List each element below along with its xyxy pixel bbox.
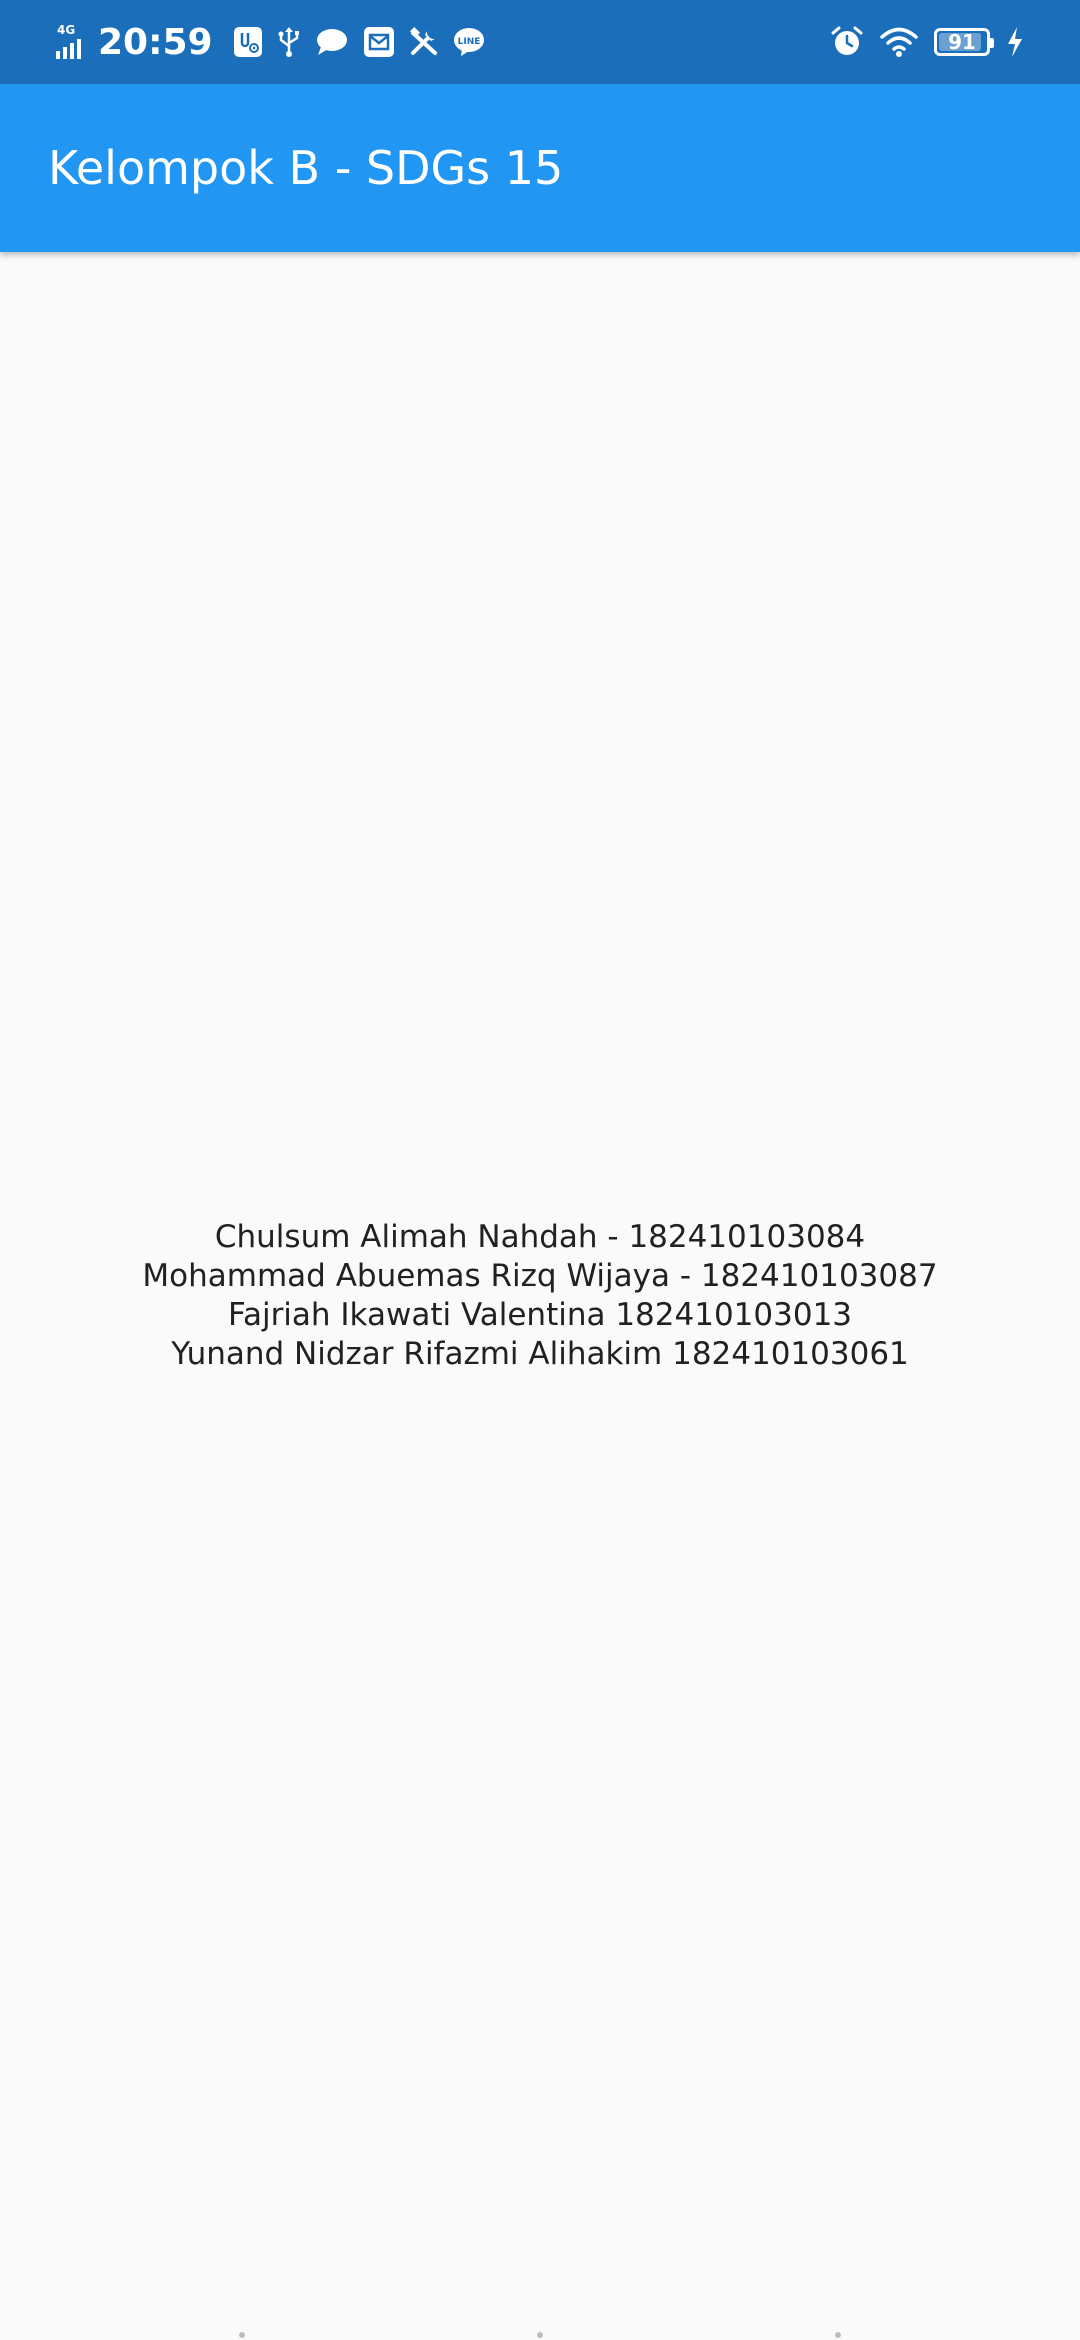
wifi-icon [880,26,918,58]
battery-icon: 91 [934,28,994,56]
app-bar: Kelompok B - SDGs 15 [0,84,1080,252]
mail-icon [363,26,395,58]
tools-icon [409,27,439,57]
chat-icon [315,27,349,57]
navigation-hint [0,2328,1080,2338]
nav-dot [537,2332,543,2338]
member-name: Fajriah Ikawati Valentina 182410103013 [227,1297,853,1333]
network-type-label: 4G [57,23,75,37]
app-title: Kelompok B - SDGs 15 [48,141,564,195]
charging-icon [1006,26,1024,58]
cellular-signal-icon: 4G [56,23,84,61]
nav-dot [239,2332,245,2338]
usb-debug-icon [233,26,263,58]
status-bar-left: 4G 20:59 LINE [56,0,485,84]
usb-icon [277,26,301,58]
member-name: Chulsum Alimah Nahdah - 182410103084 [214,1219,866,1255]
member-name: Yunand Nidzar Rifazmi Alihakim 182410103… [171,1336,909,1372]
status-bar-right: 91 [830,0,1024,84]
member-list: Chulsum Alimah Nahdah - 182410103084 Moh… [142,1218,937,1374]
status-bar: 4G 20:59 LINE 91 [0,0,1080,84]
nav-dot [835,2332,841,2338]
battery-cap [990,38,994,48]
line-icon: LINE [453,27,485,57]
alarm-icon [830,25,864,59]
svg-text:LINE: LINE [457,37,480,47]
battery-level: 91 [948,30,976,54]
main-content: Chulsum Alimah Nahdah - 182410103084 Moh… [0,252,1080,2340]
member-name: Mohammad Abuemas Rizq Wijaya - 182410103… [142,1258,938,1294]
status-time: 20:59 [98,21,213,63]
